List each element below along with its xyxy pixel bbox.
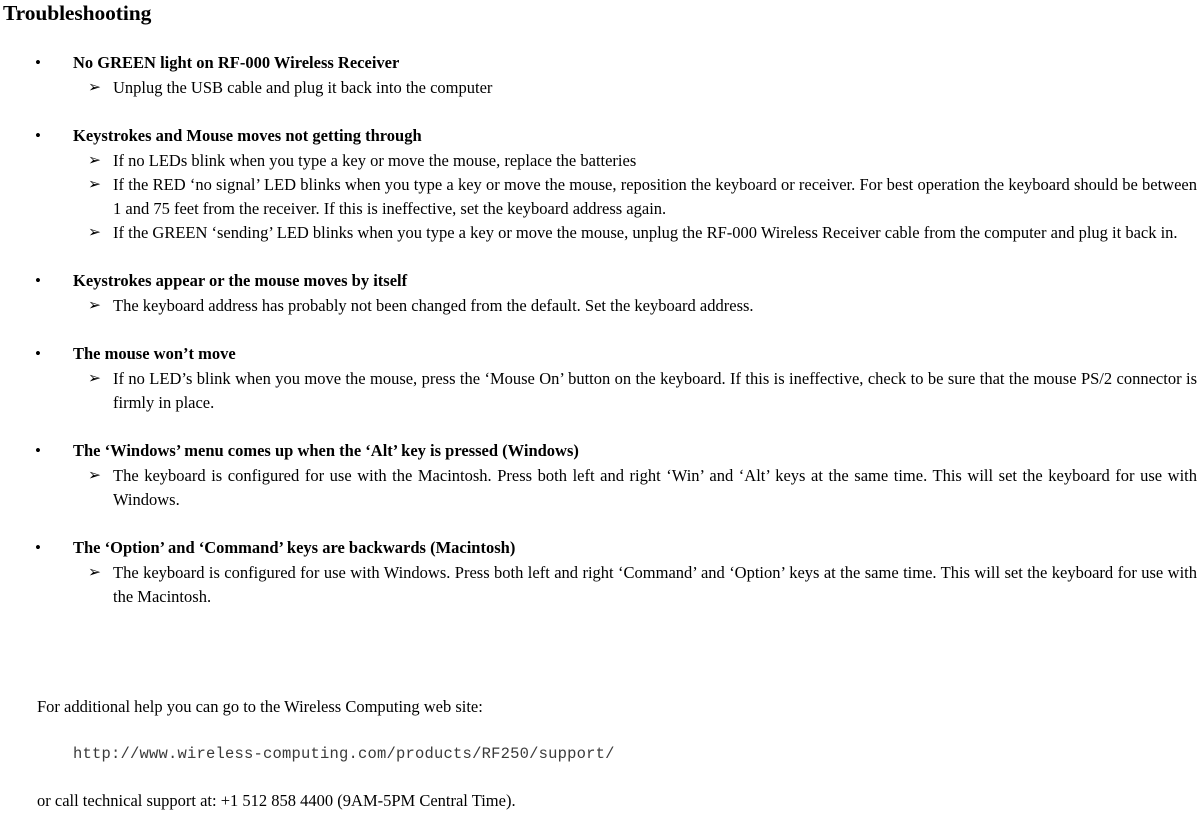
section-item: ➢ If no LED’s blink when you move the mo… xyxy=(0,367,1199,415)
section-heading: No GREEN light on RF-000 Wireless Receiv… xyxy=(73,53,400,72)
section-heading-row: • Keystrokes and Mouse moves not getting… xyxy=(0,124,1199,149)
section-heading-row: • No GREEN light on RF-000 Wireless Rece… xyxy=(0,51,1199,76)
footer-intro-text: For additional help you can go to the Wi… xyxy=(37,697,483,716)
page-title: Troubleshooting xyxy=(3,1,152,25)
section-item-text: If the RED ‘no signal’ LED blinks when y… xyxy=(113,175,1197,218)
section-heading-row: • The ‘Windows’ menu comes up when the ‘… xyxy=(0,439,1199,464)
section-item-text: If no LED’s blink when you move the mous… xyxy=(113,369,1197,412)
section-heading-row: • The mouse won’t move xyxy=(0,342,1199,367)
section-heading: Keystrokes and Mouse moves not getting t… xyxy=(73,126,422,145)
troubleshooting-section: • Keystrokes appear or the mouse moves b… xyxy=(0,269,1199,318)
section-item-text: If no LEDs blink when you type a key or … xyxy=(113,151,637,170)
arrow-bullet-icon: ➢ xyxy=(88,152,101,169)
arrow-bullet-icon: ➢ xyxy=(88,176,101,193)
support-url-link[interactable]: http://www.wireless-computing.com/produc… xyxy=(37,742,1199,766)
section-heading: The mouse won’t move xyxy=(73,344,236,363)
section-item: ➢ The keyboard address has probably not … xyxy=(0,294,1199,318)
section-heading-row: • Keystrokes appear or the mouse moves b… xyxy=(0,269,1199,294)
bullet-icon: • xyxy=(35,53,41,72)
arrow-bullet-icon: ➢ xyxy=(88,370,101,387)
troubleshooting-section: • The mouse won’t move ➢ If no LED’s bli… xyxy=(0,342,1199,415)
section-item: ➢ If the RED ‘no signal’ LED blinks when… xyxy=(0,173,1199,221)
footer-phone-text: or call technical support at: +1 512 858… xyxy=(37,791,516,810)
section-item-text: The keyboard address has probably not be… xyxy=(113,296,754,315)
section-heading: The ‘Windows’ menu comes up when the ‘Al… xyxy=(73,441,579,460)
section-item: ➢ If the GREEN ‘sending’ LED blinks when… xyxy=(0,221,1199,245)
section-heading-row: • The ‘Option’ and ‘Command’ keys are ba… xyxy=(0,536,1199,561)
document-page: Troubleshooting • No GREEN light on RF-0… xyxy=(0,0,1199,828)
support-footer: For additional help you can go to the Wi… xyxy=(0,695,1199,813)
bullet-icon: • xyxy=(35,538,41,557)
troubleshooting-section: • The ‘Windows’ menu comes up when the ‘… xyxy=(0,439,1199,512)
section-item-text: The keyboard is configured for use with … xyxy=(113,563,1197,606)
section-heading: The ‘Option’ and ‘Command’ keys are back… xyxy=(73,538,516,557)
section-item: ➢ The keyboard is configured for use wit… xyxy=(0,464,1199,512)
arrow-bullet-icon: ➢ xyxy=(88,467,101,484)
bullet-icon: • xyxy=(35,271,41,290)
section-item: ➢ If no LEDs blink when you type a key o… xyxy=(0,149,1199,173)
troubleshooting-section: • The ‘Option’ and ‘Command’ keys are ba… xyxy=(0,536,1199,609)
troubleshooting-section: • No GREEN light on RF-000 Wireless Rece… xyxy=(0,51,1199,100)
section-item-text: Unplug the USB cable and plug it back in… xyxy=(113,78,493,97)
arrow-bullet-icon: ➢ xyxy=(88,564,101,581)
section-item: ➢ The keyboard is configured for use wit… xyxy=(0,561,1199,609)
section-item-text: If the GREEN ‘sending’ LED blinks when y… xyxy=(113,223,1178,242)
troubleshooting-section: • Keystrokes and Mouse moves not getting… xyxy=(0,124,1199,245)
arrow-bullet-icon: ➢ xyxy=(88,297,101,314)
section-item-text: The keyboard is configured for use with … xyxy=(113,466,1197,509)
bullet-icon: • xyxy=(35,441,41,460)
section-heading: Keystrokes appear or the mouse moves by … xyxy=(73,271,408,290)
bullet-icon: • xyxy=(35,344,41,363)
arrow-bullet-icon: ➢ xyxy=(88,224,101,241)
arrow-bullet-icon: ➢ xyxy=(88,79,101,96)
bullet-icon: • xyxy=(35,126,41,145)
section-item: ➢ Unplug the USB cable and plug it back … xyxy=(0,76,1199,100)
